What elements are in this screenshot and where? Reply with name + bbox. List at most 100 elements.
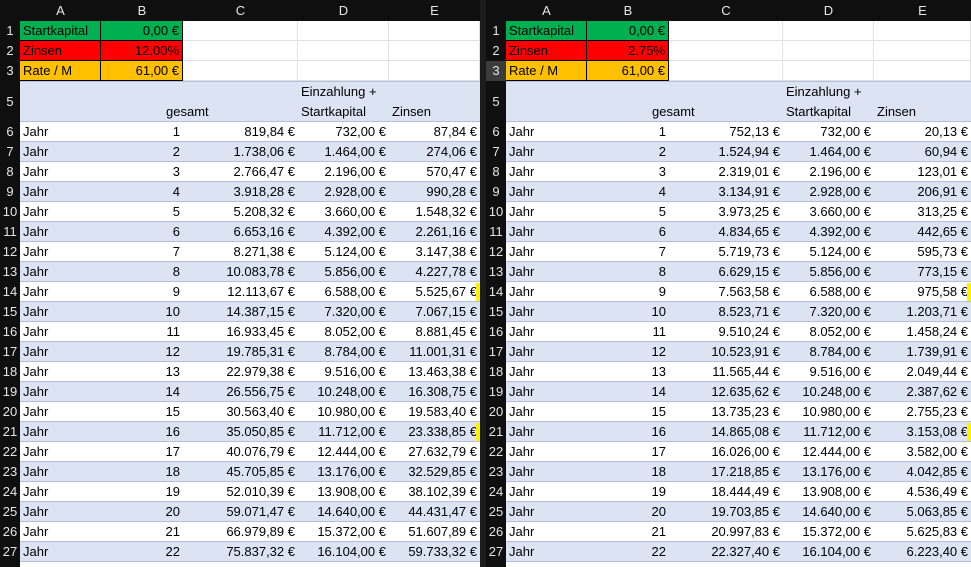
row-header[interactable]: 12 [486, 242, 506, 262]
table-cell-c[interactable]: 22.327,40 € [669, 542, 783, 562]
table-cell-b[interactable]: 12 [101, 342, 183, 362]
row-header[interactable]: 23 [0, 462, 20, 482]
table-cell-e[interactable]: 23.338,85 € [389, 422, 480, 442]
row-header[interactable]: 20 [0, 402, 20, 422]
table-cell-d[interactable]: 11.712,00 € [298, 422, 389, 442]
table-cell-a[interactable]: Jahr [20, 402, 101, 422]
table-cell-d[interactable]: 6.588,00 € [298, 282, 389, 302]
table-cell-e[interactable]: 4.042,85 € [874, 462, 971, 482]
table-cell-b[interactable]: 13 [101, 362, 183, 382]
table-cell-e[interactable]: 442,65 € [874, 222, 971, 242]
table-cell-b[interactable]: 12 [587, 342, 669, 362]
table-cell-b[interactable]: 2 [101, 142, 183, 162]
table-cell-d[interactable]: 15.372,00 € [298, 522, 389, 542]
row-header[interactable]: 7 [486, 142, 506, 162]
table-cell-b[interactable]: 9 [101, 282, 183, 302]
row-header[interactable]: 16 [0, 322, 20, 342]
column-header-c[interactable]: C [183, 0, 298, 21]
row-header[interactable]: 22 [0, 442, 20, 462]
table-cell-b[interactable]: 15 [101, 402, 183, 422]
table-cell-b[interactable]: 18 [101, 462, 183, 482]
row-header[interactable]: 3 [486, 61, 506, 81]
table-cell-c[interactable]: 8.523,71 € [669, 302, 783, 322]
empty-cell[interactable] [183, 21, 298, 41]
table-cell-c[interactable]: 40.076,79 € [183, 442, 298, 462]
table-cell-a[interactable]: Jahr [506, 302, 587, 322]
row-header[interactable]: 10 [0, 202, 20, 222]
table-cell-b[interactable]: 4 [101, 182, 183, 202]
table-cell-e[interactable]: 990,28 € [389, 182, 480, 202]
table-cell-c[interactable]: 8.271,38 € [183, 242, 298, 262]
column-header-d[interactable]: D [783, 0, 874, 21]
table-cell-a[interactable]: Jahr [506, 402, 587, 422]
table-cell-d[interactable]: 12.444,00 € [783, 442, 874, 462]
table-cell-d[interactable]: 12.444,00 € [298, 442, 389, 462]
table-cell-e[interactable]: 5.525,67 € [389, 282, 480, 302]
table-cell-e[interactable]: 4.227,78 € [389, 262, 480, 282]
table-cell-d[interactable]: 2.928,00 € [783, 182, 874, 202]
table-cell-a[interactable]: Jahr [506, 362, 587, 382]
table-cell-d[interactable]: 16.104,00 € [783, 542, 874, 562]
table-cell-b[interactable]: 5 [101, 202, 183, 222]
table-cell-d[interactable]: 732,00 € [298, 122, 389, 142]
table-cell-a[interactable]: Jahr [20, 162, 101, 182]
empty-cell[interactable] [669, 21, 783, 41]
table-cell-a[interactable]: Jahr [506, 282, 587, 302]
table-cell-e[interactable]: 60,94 € [874, 142, 971, 162]
column-header-a[interactable]: A [20, 0, 101, 21]
table-cell-b[interactable]: 7 [101, 242, 183, 262]
empty-cell[interactable] [874, 21, 971, 41]
table-cell-c[interactable]: 9.510,24 € [669, 322, 783, 342]
table-cell-a[interactable]: Jahr [506, 122, 587, 142]
param-label-cell[interactable]: Rate / M [20, 61, 101, 81]
table-cell-d[interactable]: 5.856,00 € [298, 262, 389, 282]
table-cell-d[interactable]: 4.392,00 € [298, 222, 389, 242]
table-cell-a[interactable]: Jahr [506, 462, 587, 482]
table-cell-c[interactable]: 6.653,16 € [183, 222, 298, 242]
table-cell-d[interactable]: 13.176,00 € [783, 462, 874, 482]
row-header[interactable]: 24 [486, 482, 506, 502]
table-cell-e[interactable]: 1.548,32 € [389, 202, 480, 222]
table-cell-d[interactable]: 10.980,00 € [298, 402, 389, 422]
table-cell-d[interactable]: 5.124,00 € [783, 242, 874, 262]
row-header[interactable]: 18 [486, 362, 506, 382]
table-cell-e[interactable]: 570,47 € [389, 162, 480, 182]
table-cell-b[interactable]: 2 [587, 142, 669, 162]
table-cell-e[interactable]: 975,58 € [874, 282, 971, 302]
table-cell-c[interactable]: 7.563,58 € [669, 282, 783, 302]
row-header[interactable]: 17 [0, 342, 20, 362]
empty-cell[interactable] [298, 61, 389, 81]
table-cell-e[interactable]: 595,73 € [874, 242, 971, 262]
table-cell-d[interactable]: 9.516,00 € [298, 362, 389, 382]
table-cell-a[interactable]: Jahr [20, 322, 101, 342]
table-cell-b[interactable]: 17 [101, 442, 183, 462]
table-cell-c[interactable]: 14.865,08 € [669, 422, 783, 442]
table-cell-e[interactable]: 59.733,32 € [389, 542, 480, 562]
header-gesamt[interactable]: gesamt [163, 102, 278, 122]
row-header[interactable]: 1 [486, 21, 506, 41]
row-header[interactable]: 13 [486, 262, 506, 282]
table-cell-e[interactable]: 51.607,89 € [389, 522, 480, 542]
table-cell-c[interactable]: 45.705,85 € [183, 462, 298, 482]
select-all-corner[interactable] [0, 0, 20, 21]
table-cell-a[interactable]: Jahr [506, 202, 587, 222]
row-header[interactable]: 21 [486, 422, 506, 442]
param-label-cell[interactable]: Startkapital [20, 21, 101, 41]
table-cell-a[interactable]: Jahr [20, 122, 101, 142]
table-cell-e[interactable]: 773,15 € [874, 262, 971, 282]
table-cell-b[interactable]: 18 [587, 462, 669, 482]
table-cell-b[interactable]: 9 [587, 282, 669, 302]
row-header[interactable]: 13 [0, 262, 20, 282]
table-cell-c[interactable]: 17.218,85 € [669, 462, 783, 482]
table-cell-d[interactable]: 10.980,00 € [783, 402, 874, 422]
table-cell-e[interactable]: 2.387,62 € [874, 382, 971, 402]
empty-cell[interactable] [298, 21, 389, 41]
row-header[interactable]: 15 [486, 302, 506, 322]
param-label-cell[interactable]: Startkapital [506, 21, 587, 41]
table-cell-b[interactable]: 10 [101, 302, 183, 322]
column-header-e[interactable]: E [874, 0, 971, 21]
table-cell-e[interactable]: 19.583,40 € [389, 402, 480, 422]
table-cell-b[interactable]: 3 [101, 162, 183, 182]
table-cell-b[interactable]: 3 [587, 162, 669, 182]
column-header-b[interactable]: B [587, 0, 669, 21]
